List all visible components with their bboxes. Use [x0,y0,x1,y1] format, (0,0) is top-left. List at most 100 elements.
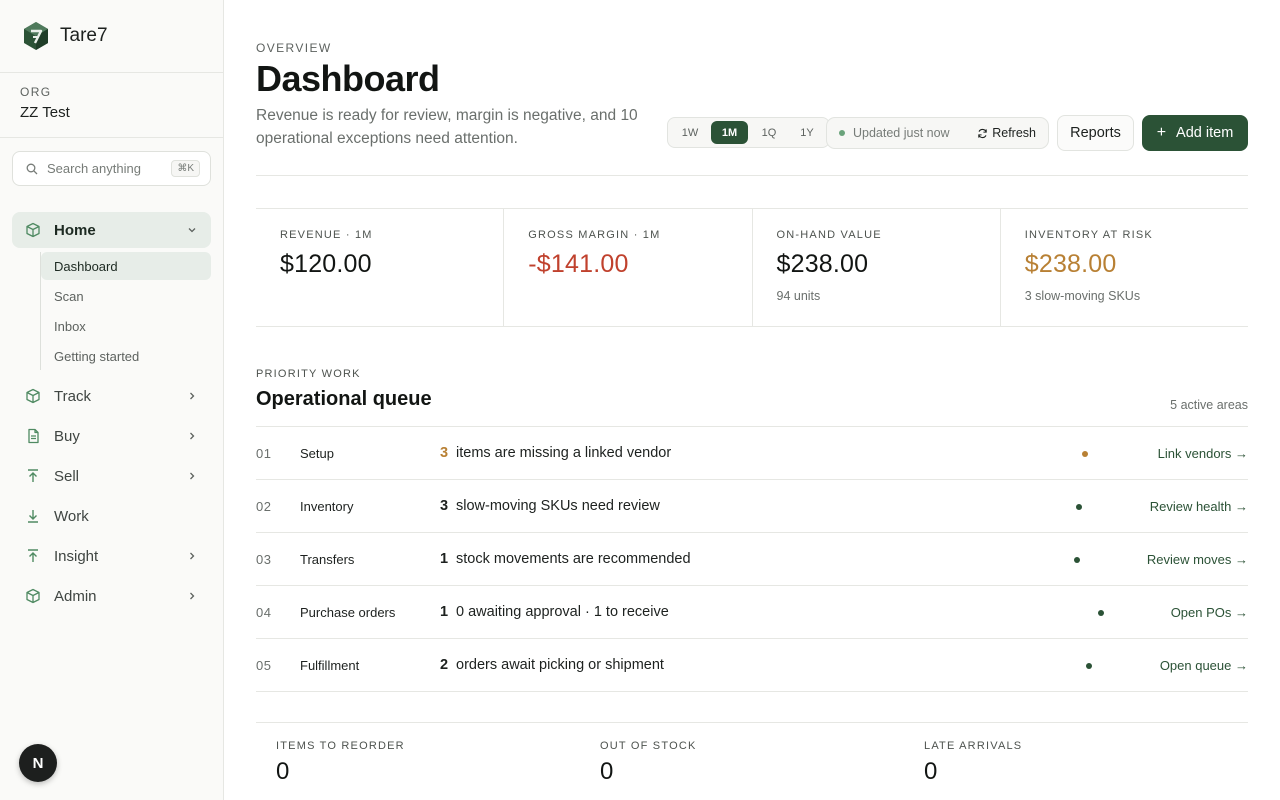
tare7-logo-icon [24,22,48,50]
subnav-item-getting-started[interactable]: Getting started [41,342,211,370]
plus-icon: + [1156,124,1167,141]
row-description: items are missing a linked vendor [456,445,672,461]
updated-text: Updated just now [853,126,950,140]
metric-value: $238.00 [776,250,869,278]
row-count: 1 [440,604,449,620]
link-vendors-link[interactable]: Link vendors → [1158,446,1248,461]
search-shortcut: ⌘K [171,160,200,177]
range-option-1w[interactable]: 1W [673,121,707,144]
metric-sub: 3 slow-moving SKUs [1024,289,1141,303]
divider [256,722,1248,723]
refresh-icon [978,128,987,138]
row-area: Purchase orders [300,604,396,620]
nav-item-buy[interactable]: Buy [12,416,211,456]
search-input[interactable] [47,161,162,176]
row-area: Transfers [300,551,355,567]
status-dot-icon [839,130,845,136]
refresh-button[interactable]: Refresh [977,126,1036,140]
chevron-right-icon [190,592,195,600]
search-icon [26,163,38,174]
row-description: stock movements are recommended [456,551,691,567]
row-number: 05 [256,657,272,673]
metric-inventory-at-risk: INVENTORY AT RISK $238.00 3 slow-moving … [1001,209,1248,326]
row-description: 0 awaiting approval · 1 to receive [456,604,669,620]
subnav-item-inbox[interactable]: Inbox [41,312,211,340]
stat-label: ITEMS TO REORDER [276,740,405,752]
metric-label: GROSS MARGIN · 1M [528,229,661,241]
chevron-right-icon [190,432,195,440]
chevron-right-icon [190,392,195,400]
metric-value: -$141.00 [528,250,629,278]
nav-label: Insight [54,547,99,565]
row-number: 04 [256,604,272,620]
nav-item-track[interactable]: Track [12,376,211,416]
nav-label: Home [54,221,96,239]
priority-eyebrow: PRIORITY WORK [256,368,361,380]
row-count: 3 [440,498,449,514]
row-number: 02 [256,498,272,514]
nav-item-sell[interactable]: Sell [12,456,211,496]
chevron-right-icon [190,472,195,480]
status-dot-icon [1086,663,1092,669]
org-switcher[interactable]: ORG ZZ Test [0,73,223,138]
metric-label: REVENUE · 1M [280,229,373,241]
nav-item-admin[interactable]: Admin [12,576,211,616]
reports-button[interactable]: Reports [1057,115,1134,151]
open-queue-link[interactable]: Open queue → [1160,658,1248,673]
sidebar: Tare7 ORG ZZ Test ⌘K Home Dashboard Scan… [0,0,224,800]
upload-icon [25,548,41,564]
search-box[interactable]: ⌘K [12,151,211,186]
add-item-label: Add item [1176,125,1234,141]
priority-count: 5 active areas [1170,398,1248,412]
nav-item-insight[interactable]: Insight [12,536,211,576]
row-area: Setup [300,445,334,461]
metric-label: INVENTORY AT RISK [1024,229,1153,241]
main-nav: Home Dashboard Scan Inbox Getting starte… [12,212,211,616]
nav-label: Buy [54,427,80,445]
brand-name: Tare7 [60,25,108,46]
subnav-item-dashboard[interactable]: Dashboard [41,252,211,280]
queue-row: 01 Setup 3 items are missing a linked ve… [256,427,1248,480]
status-dot-icon [1074,557,1080,563]
range-option-1y[interactable]: 1Y [790,121,824,144]
brand[interactable]: Tare7 [0,0,223,73]
home-subnav: Dashboard Scan Inbox Getting started [40,252,211,370]
nav-label: Sell [54,467,80,485]
nav-item-home[interactable]: Home [12,212,211,248]
row-description: orders await picking or shipment [456,657,664,673]
review-moves-link[interactable]: Review moves → [1147,552,1248,567]
row-number: 03 [256,551,272,567]
row-count: 1 [440,551,449,567]
range-option-1m[interactable]: 1M [711,121,748,144]
nav-item-work[interactable]: Work [12,496,211,536]
metric-value: $120.00 [280,250,372,278]
page-title: Dashboard [256,58,440,99]
stat-label: OUT OF STOCK [600,740,697,752]
org-label: ORG [20,85,52,99]
row-area: Fulfillment [300,657,360,673]
status-dot-icon [1098,610,1104,616]
review-health-link[interactable]: Review health → [1150,499,1248,514]
queue-row: 03 Transfers 1 stock movements are recom… [256,533,1248,586]
nav-label: Work [54,507,89,525]
row-count: 2 [440,657,449,673]
subnav-item-scan[interactable]: Scan [41,282,211,310]
row-number: 01 [256,445,272,461]
chevron-right-icon [190,552,195,560]
add-item-button[interactable]: + Add item [1142,115,1248,151]
queue-row: 02 Inventory 3 slow-moving SKUs need rev… [256,480,1248,533]
open-pos-link[interactable]: Open POs → [1171,605,1248,620]
range-option-1q[interactable]: 1Q [752,121,786,144]
metric-on-hand-value: ON-HAND VALUE $238.00 94 units [753,209,1001,326]
time-range-selector: 1W 1M 1Q 1Y [667,117,830,148]
stat-value: 0 [600,758,614,785]
divider [256,175,1248,176]
upload-icon [25,468,41,484]
metric-label: ON-HAND VALUE [776,229,882,241]
inventory-stats: ITEMS TO REORDER 0 OUT OF STOCK 0 LATE A… [276,740,1248,786]
stat-late-arrivals: LATE ARRIVALS 0 [924,740,1248,786]
box-icon [25,388,41,404]
kpi-metrics: REVENUE · 1M $120.00 GROSS MARGIN · 1M -… [256,208,1248,327]
row-description: slow-moving SKUs need review [456,498,660,514]
user-avatar[interactable]: N [19,744,57,782]
